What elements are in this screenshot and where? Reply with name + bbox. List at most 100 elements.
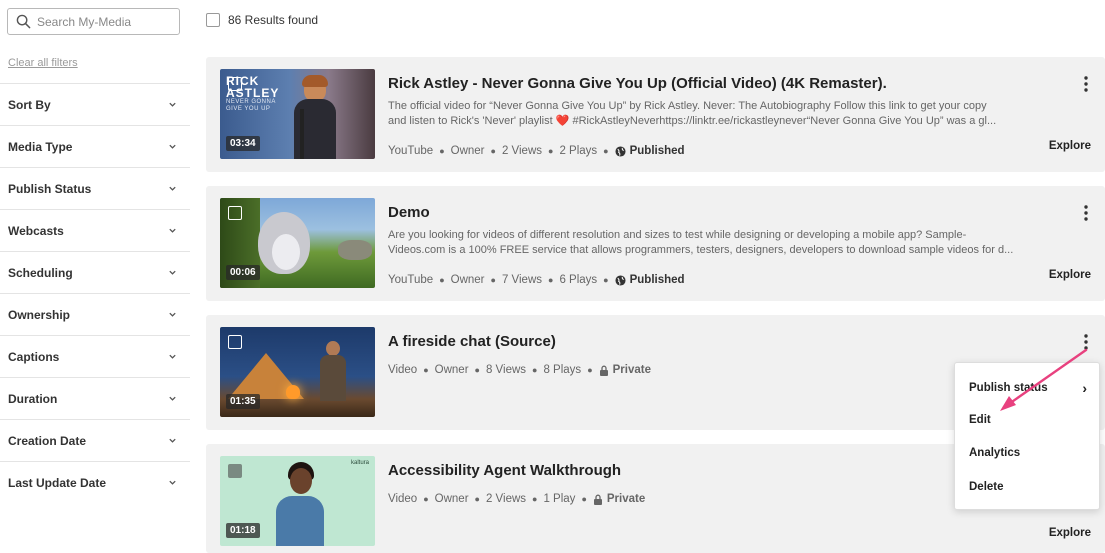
publish-status: Private — [599, 364, 651, 376]
meta-type: YouTube — [388, 274, 434, 286]
more-actions-icon[interactable] — [1083, 76, 1089, 92]
chevron-down-icon — [169, 228, 176, 233]
publish-status: Published — [615, 145, 685, 157]
media-thumbnail[interactable]: kaltura 01:18 — [220, 456, 375, 546]
menu-item-delete[interactable]: Delete — [969, 481, 1087, 493]
filter-label: Publish Status — [8, 181, 92, 196]
thumbnail-brand-text: kaltura — [350, 460, 369, 466]
duration-badge: 01:18 — [226, 523, 260, 538]
media-thumbnail[interactable]: RICK ASTLEY NEVER GONNA GIVE YOU UP 03:3… — [220, 69, 375, 159]
filter-creation-date[interactable]: Creation Date — [0, 419, 190, 461]
explore-button[interactable]: Explore — [1049, 269, 1091, 281]
status-label: Published — [629, 145, 685, 157]
media-checkbox[interactable] — [228, 77, 242, 91]
chevron-down-icon — [169, 438, 176, 443]
media-title[interactable]: Rick Astley - Never Gonna Give You Up (O… — [388, 75, 887, 92]
filter-label: Last Update Date — [8, 475, 107, 490]
media-meta: YouTube ● Owner ● 7 Views ● 6 Plays ● Publis… — [388, 274, 685, 286]
filter-publish-status[interactable]: Publish Status — [0, 167, 190, 209]
filter-captions[interactable]: Captions — [0, 335, 190, 377]
filter-last-update-date[interactable]: Last Update Date — [0, 461, 190, 503]
media-card: 00:06 Demo Are you looking for videos of… — [206, 186, 1105, 301]
media-checkbox[interactable] — [228, 464, 242, 478]
filter-duration[interactable]: Duration — [0, 377, 190, 419]
description-line: and listen to Rick's 'Never' playlist ❤️… — [388, 115, 997, 127]
meta-plays: 2 Plays — [559, 145, 598, 157]
chevron-down-icon — [169, 270, 176, 275]
thumbnail-bunny-belly — [272, 234, 300, 270]
explore-button[interactable]: Explore — [1049, 140, 1091, 152]
thumbnail-rock — [338, 240, 372, 260]
media-checkbox[interactable] — [228, 335, 242, 349]
meta-views: 8 Views — [485, 364, 527, 376]
chevron-right-icon: › — [1082, 380, 1087, 396]
explore-button[interactable]: Explore — [1049, 527, 1091, 539]
thumbnail-figure — [292, 75, 336, 159]
media-description: Are you looking for videos of different … — [388, 228, 1038, 258]
results-count: 86 Results found — [228, 13, 319, 27]
filter-label: Webcasts — [8, 223, 64, 238]
filter-label: Media Type — [8, 139, 73, 154]
search-input[interactable] — [37, 14, 177, 29]
media-card: RICK ASTLEY NEVER GONNA GIVE YOU UP 03:3… — [206, 57, 1105, 172]
select-all-checkbox[interactable] — [206, 13, 220, 27]
media-description: The official video for “Never Gonna Give… — [388, 99, 1038, 129]
status-label: Published — [629, 274, 685, 286]
thumbnail-presenter — [276, 462, 324, 546]
results-header: 86 Results found — [206, 13, 318, 27]
chevron-down-icon — [169, 102, 176, 107]
media-meta: YouTube ● Owner ● 2 Views ● 2 Plays ● Publis… — [388, 145, 685, 157]
media-thumbnail[interactable]: 00:06 — [220, 198, 375, 288]
chevron-down-icon — [169, 144, 176, 149]
meta-views: 2 Views — [501, 145, 543, 157]
meta-role: Owner — [450, 274, 485, 286]
meta-type: Video — [388, 364, 418, 376]
menu-item-label: Publish status — [969, 382, 1048, 394]
meta-plays: 8 Plays — [543, 364, 582, 376]
menu-item-publish-status[interactable]: Publish status › — [969, 380, 1087, 396]
lock-icon — [599, 365, 608, 376]
filter-media-type[interactable]: Media Type — [0, 125, 190, 167]
media-title[interactable]: Accessibility Agent Walkthrough — [388, 462, 621, 479]
chevron-down-icon — [169, 480, 176, 485]
menu-item-edit[interactable]: Edit — [969, 414, 1087, 426]
chevron-down-icon — [169, 312, 176, 317]
description-line: Are you looking for videos of different … — [388, 229, 967, 241]
filter-ownership[interactable]: Ownership — [0, 293, 190, 335]
chevron-down-icon — [169, 186, 176, 191]
search-icon — [16, 14, 31, 29]
filter-sort-by[interactable]: Sort By — [0, 83, 190, 125]
filter-webcasts[interactable]: Webcasts — [0, 209, 190, 251]
media-thumbnail[interactable]: 01:35 — [220, 327, 375, 417]
menu-item-analytics[interactable]: Analytics — [969, 447, 1087, 459]
media-meta: Video ● Owner ● 8 Views ● 8 Plays ● Private — [388, 364, 651, 376]
media-checkbox[interactable] — [228, 206, 242, 220]
thumbnail-mic — [300, 109, 304, 159]
globe-icon — [615, 145, 626, 157]
media-meta: Video ● Owner ● 2 Views ● 1 Play ● Private — [388, 493, 646, 505]
publish-status: Private — [593, 493, 645, 505]
filter-label: Duration — [8, 391, 58, 406]
duration-badge: 01:35 — [226, 394, 260, 409]
search-box[interactable] — [7, 8, 180, 35]
description-line: Videos.com is a 100% FREE service that a… — [388, 244, 1014, 256]
meta-views: 7 Views — [501, 274, 543, 286]
description-line: The official video for “Never Gonna Give… — [388, 100, 987, 112]
media-title[interactable]: A fireside chat (Source) — [388, 333, 556, 350]
meta-role: Owner — [450, 145, 485, 157]
meta-role: Owner — [434, 493, 469, 505]
duration-badge: 03:34 — [226, 136, 260, 151]
filter-label: Sort By — [8, 97, 51, 112]
clear-all-filters-link[interactable]: Clear all filters — [8, 57, 78, 69]
media-title[interactable]: Demo — [388, 204, 430, 221]
chevron-down-icon — [169, 396, 176, 401]
filter-label: Captions — [8, 349, 60, 364]
status-label: Private — [606, 493, 646, 505]
meta-role: Owner — [434, 364, 469, 376]
globe-icon — [615, 274, 626, 286]
more-actions-icon[interactable] — [1083, 334, 1089, 350]
chevron-down-icon — [169, 354, 176, 359]
filter-label: Creation Date — [8, 433, 87, 448]
more-actions-icon[interactable] — [1083, 205, 1089, 221]
filter-scheduling[interactable]: Scheduling — [0, 251, 190, 293]
